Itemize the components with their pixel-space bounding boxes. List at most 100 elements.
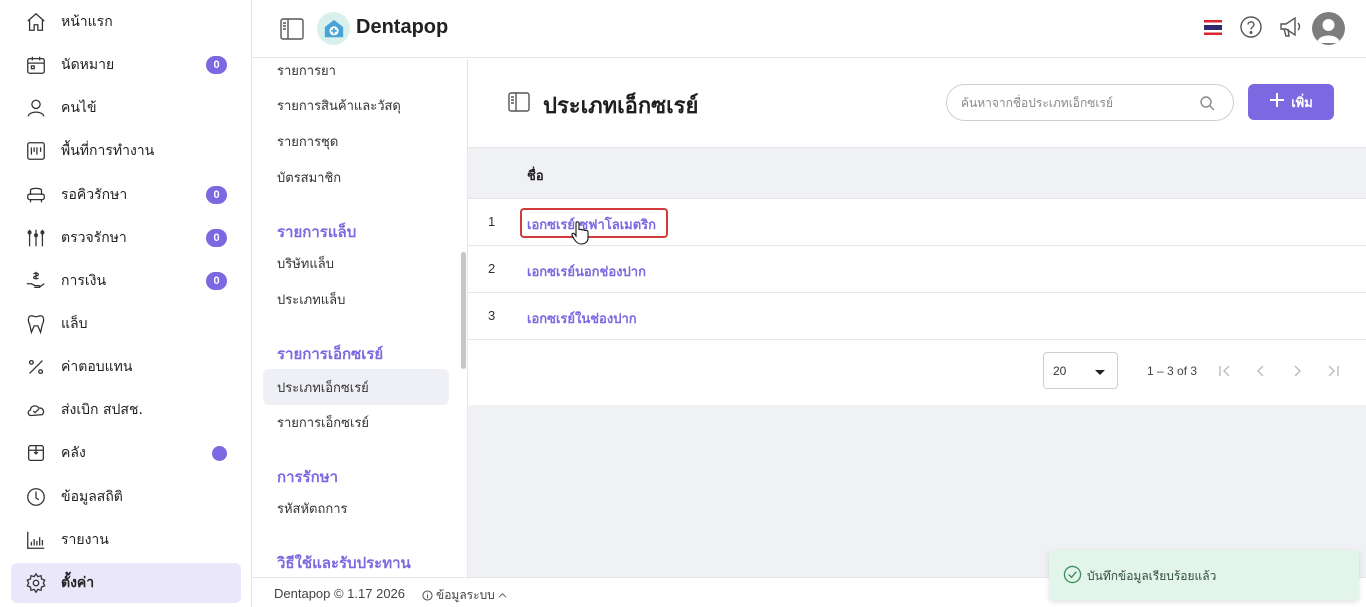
user-avatar[interactable]	[1312, 12, 1345, 45]
tooth-icon	[23, 311, 49, 337]
hand-cursor-icon	[571, 221, 589, 245]
row-name-link[interactable]: เอกซเรย์ในช่องปาก	[527, 308, 637, 329]
settings-submenu: รายการยา รายการสินค้าและวัสดุ รายการชุด …	[252, 59, 468, 577]
nav-item-appointments[interactable]: นัดหมาย 0	[11, 45, 241, 85]
user-icon	[23, 95, 49, 121]
nav-item-nhso-claim[interactable]: ส่งเบิก สปสช.	[11, 390, 241, 430]
search-input[interactable]	[961, 93, 1181, 113]
home-icon	[23, 9, 49, 35]
nav-item-finance[interactable]: การเงิน 0	[11, 261, 241, 301]
money-hand-icon	[23, 268, 49, 294]
submenu-heading-xray: รายการเอ็กซเรย์	[277, 345, 384, 363]
check-circle-icon	[1063, 565, 1082, 584]
nav-item-lab[interactable]: แล็บ	[11, 304, 241, 344]
submenu-item-products[interactable]: รายการสินค้าและวัสดุ	[263, 87, 449, 123]
stats-gauge-icon	[23, 484, 49, 510]
box-icon	[23, 440, 49, 466]
page-title: ประเภทเอ็กซเรย์	[543, 94, 699, 119]
system-info-label: ข้อมูลระบบ	[436, 588, 495, 602]
table-row[interactable]: 1 เอกซเรย์เซฟาโลเมตริก	[468, 198, 1366, 245]
submenu-item-lab-type[interactable]: ประเภทแล็บ	[263, 281, 449, 317]
nav-label: นัดหมาย	[61, 57, 115, 73]
next-page-icon[interactable]	[1288, 361, 1306, 381]
dentapop-logo-icon	[317, 12, 350, 45]
submenu-heading-lab: รายการแล็บ	[277, 223, 357, 241]
nav-label: หน้าแรก	[61, 14, 113, 30]
calendar-icon	[23, 52, 49, 78]
submenu-item-member-card[interactable]: บัตรสมาชิก	[263, 159, 449, 195]
toast-message: บันทึกข้อมูลเรียบร้อยแล้ว	[1087, 569, 1217, 583]
nav-item-waiting-queue[interactable]: รอคิวรักษา 0	[11, 175, 241, 215]
nav-label: ตั้งค่า	[61, 575, 95, 591]
nav-label: พื้นที่การทำงาน	[61, 143, 155, 159]
nav-label: ข้อมูลสถิติ	[61, 489, 123, 505]
plus-icon	[1269, 92, 1285, 112]
copyright-text: Dentapop © 1.17 2026	[274, 586, 406, 601]
appointments-count-badge: 0	[206, 56, 227, 74]
nav-item-home[interactable]: หน้าแรก	[11, 2, 241, 42]
submenu-heading-treatment: การรักษา	[277, 468, 339, 486]
submenu-item-xray-list[interactable]: รายการเอ็กซเรย์	[263, 404, 449, 440]
top-header: Dentapop	[252, 0, 1366, 58]
brand-name: Dentapop	[356, 16, 449, 38]
row-index: 3	[488, 308, 496, 323]
submenu-item-drugs[interactable]: รายการยา	[263, 59, 449, 88]
nav-item-settings[interactable]: ตั้งค่า	[11, 563, 241, 603]
submenu-scrollbar[interactable]	[461, 252, 466, 369]
help-icon[interactable]	[1239, 15, 1263, 39]
nav-label: ส่งเบิก สปสช.	[61, 402, 143, 418]
nav-label: ค่าตอบแทน	[61, 359, 133, 375]
nav-item-statistics[interactable]: ข้อมูลสถิติ	[11, 477, 241, 517]
row-index: 1	[488, 214, 496, 229]
nav-label: คนไข้	[61, 100, 97, 116]
first-page-icon[interactable]	[1216, 361, 1234, 381]
add-button[interactable]: เพิ่ม	[1248, 84, 1334, 120]
success-toast: บันทึกข้อมูลเรียบร้อยแล้ว	[1049, 550, 1359, 600]
info-icon	[422, 590, 433, 601]
submenu-item-procedure-codes[interactable]: รหัสหัตถการ	[263, 490, 449, 526]
main-content: ประเภทเอ็กซเรย์ เพิ่ม ชื่อ 1 เอกซเรย์เซฟ…	[468, 59, 1366, 577]
nav-item-treatment[interactable]: ตรวจรักษา 0	[11, 218, 241, 258]
workspace-icon	[23, 138, 49, 164]
row-name-link[interactable]: เอกซเรย์เซฟาโลเมตริก	[527, 214, 656, 235]
previous-page-icon[interactable]	[1252, 361, 1270, 381]
queue-count-badge: 0	[206, 186, 227, 204]
announcement-icon[interactable]	[1278, 15, 1304, 39]
nav-item-compensation[interactable]: ค่าตอบแทน	[11, 347, 241, 387]
nav-label: รายงาน	[61, 532, 109, 548]
table-row[interactable]: 2 เอกซเรย์นอกช่องปาก	[468, 245, 1366, 292]
panel-toggle-icon[interactable]	[508, 92, 530, 112]
nav-item-patients[interactable]: คนไข้	[11, 88, 241, 128]
submenu-heading-usage: วิธีใช้และรับประทาน	[277, 554, 411, 572]
page-size-value: 20	[1053, 364, 1067, 378]
finance-count-badge: 0	[206, 272, 227, 290]
submenu-item-lab-company[interactable]: บริษัทแล็บ	[263, 245, 449, 281]
app-root: หน้าแรก นัดหมาย 0 คนไข้ พื้นที่การทำงาน	[0, 0, 1366, 607]
search-icon[interactable]	[1199, 95, 1215, 111]
dropdown-caret-icon	[1095, 370, 1105, 375]
submenu-item-sets[interactable]: รายการชุด	[263, 123, 449, 159]
nav-item-workspace[interactable]: พื้นที่การทำงาน	[11, 131, 241, 171]
column-header-name[interactable]: ชื่อ	[527, 165, 544, 186]
add-button-label: เพิ่ม	[1291, 95, 1313, 111]
thai-flag-icon[interactable]	[1204, 20, 1222, 35]
page-size-select[interactable]: 20	[1043, 352, 1118, 389]
nav-label: คลัง	[61, 445, 86, 461]
nav-label: แล็บ	[61, 316, 88, 332]
table-header: ชื่อ	[468, 147, 1366, 198]
row-index: 2	[488, 261, 496, 276]
bar-chart-icon	[23, 527, 49, 553]
nav-label: ตรวจรักษา	[61, 230, 127, 246]
submenu-item-xray-type[interactable]: ประเภทเอ็กซเรย์	[263, 369, 449, 405]
nav-item-inventory[interactable]: คลัง	[11, 433, 241, 473]
system-info-link[interactable]: ข้อมูลระบบ	[422, 586, 507, 605]
nav-item-reports[interactable]: รายงาน	[11, 520, 241, 560]
treatment-count-badge: 0	[206, 229, 227, 247]
percent-icon	[23, 354, 49, 380]
sidebar-toggle-icon[interactable]	[280, 18, 304, 40]
row-name-link[interactable]: เอกซเรย์นอกช่องปาก	[527, 261, 646, 282]
search-box	[946, 84, 1234, 121]
last-page-icon[interactable]	[1324, 361, 1342, 381]
pagination-bar: 20 1 – 3 of 3	[468, 339, 1366, 405]
table-row[interactable]: 3 เอกซเรย์ในช่องปาก	[468, 292, 1366, 339]
